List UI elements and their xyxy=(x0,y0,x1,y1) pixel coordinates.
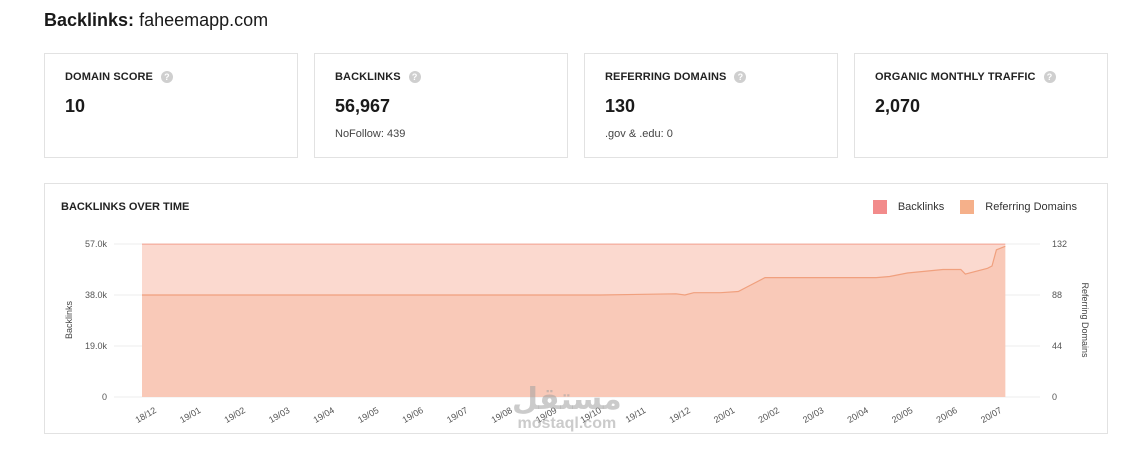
legend-item-referring-domains[interactable]: Referring Domains xyxy=(960,200,1077,214)
card-subtext: .gov & .edu: 0 xyxy=(605,128,673,140)
page-title-prefix: Backlinks: xyxy=(44,10,135,30)
card-label: ORGANIC MONTHLY TRAFFIC? xyxy=(875,71,1056,83)
card-label: BACKLINKS? xyxy=(335,71,421,83)
legend-label-referring-domains: Referring Domains xyxy=(985,201,1077,213)
legend-swatch-referring-domains xyxy=(960,200,975,214)
card-value: 10 xyxy=(65,96,86,116)
card-value: 56,967 xyxy=(335,96,391,116)
chart-title: BACKLINKS OVER TIME xyxy=(61,201,190,213)
card-organic-traffic: ORGANIC MONTHLY TRAFFIC? 2,070 xyxy=(854,53,1108,158)
page-title: Backlinks: faheemapp.com xyxy=(44,10,268,31)
card-label: REFERRING DOMAINS? xyxy=(605,71,747,83)
watermark-en: mostaql.com xyxy=(517,415,617,432)
chart-legend: Backlinks Referring Domains xyxy=(857,200,1077,214)
page-title-domain: faheemapp.com xyxy=(139,10,269,30)
card-value: 130 xyxy=(605,96,636,116)
help-icon[interactable]: ? xyxy=(408,71,421,83)
legend-item-backlinks[interactable]: Backlinks xyxy=(872,200,945,214)
card-domain-score: DOMAIN SCORE? 10 xyxy=(44,53,298,158)
card-referring-domains: REFERRING DOMAINS? 130 .gov & .edu: 0 xyxy=(584,53,838,158)
card-backlinks: BACKLINKS? 56,967 NoFollow: 439 xyxy=(314,53,568,158)
legend-label-backlinks: Backlinks xyxy=(897,201,945,213)
watermark-ar: مستقل xyxy=(512,382,622,417)
watermark: مستقل mostaql.com xyxy=(512,385,622,433)
help-icon[interactable]: ? xyxy=(734,71,747,83)
help-icon[interactable]: ? xyxy=(160,71,173,83)
legend-swatch-backlinks xyxy=(872,200,887,214)
help-icon[interactable]: ? xyxy=(1043,71,1056,83)
card-subtext: NoFollow: 439 xyxy=(335,128,406,140)
card-label: DOMAIN SCORE? xyxy=(65,71,173,83)
card-value: 2,070 xyxy=(875,96,921,116)
